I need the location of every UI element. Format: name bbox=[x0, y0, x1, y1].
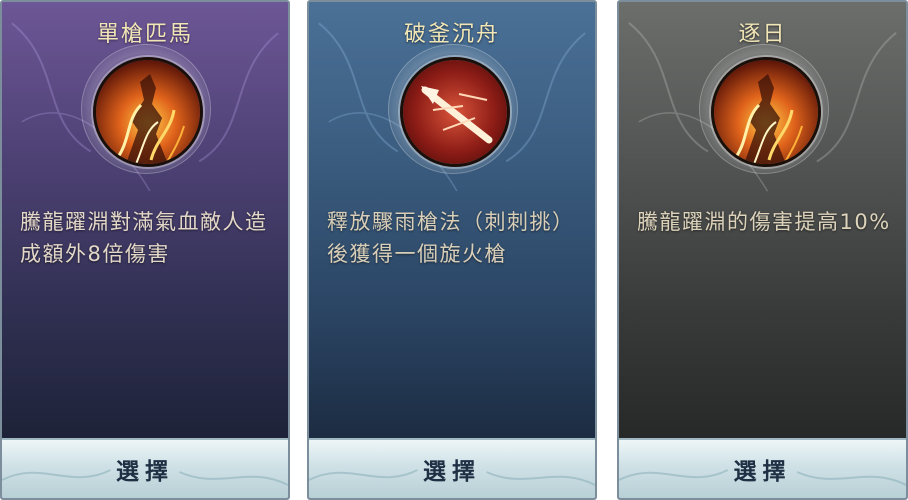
talent-description: 騰龍躍淵對滿氣血敵人造成額外8倍傷害 bbox=[20, 210, 268, 266]
fire-spear-icon bbox=[400, 57, 510, 167]
select-button[interactable]: 選擇 bbox=[619, 438, 906, 498]
talent-card-3[interactable]: 逐日 騰龍躍淵的傷害提高10% 選擇 bbox=[617, 0, 908, 500]
select-button-label: 選擇 bbox=[423, 458, 481, 485]
select-button-label: 選擇 bbox=[116, 458, 174, 485]
flame-warrior-icon bbox=[93, 57, 203, 167]
select-button[interactable]: 選擇 bbox=[2, 438, 288, 498]
talent-card-2[interactable]: 破釜沉舟 釋放驟雨槍法（刺刺挑）後獲得一個旋火槍 選擇 bbox=[307, 0, 597, 500]
talent-card-1[interactable]: 單槍匹馬 騰龍躍淵對滿氣血敵人造成額外8倍傷害 選擇 bbox=[0, 0, 290, 500]
select-button[interactable]: 選擇 bbox=[309, 438, 595, 498]
talent-description: 騰龍躍淵的傷害提高10% bbox=[637, 210, 891, 234]
talent-description: 釋放驟雨槍法（刺刺挑）後獲得一個旋火槍 bbox=[327, 210, 575, 266]
select-button-label: 選擇 bbox=[733, 458, 792, 485]
flame-warrior-icon bbox=[710, 57, 821, 167]
